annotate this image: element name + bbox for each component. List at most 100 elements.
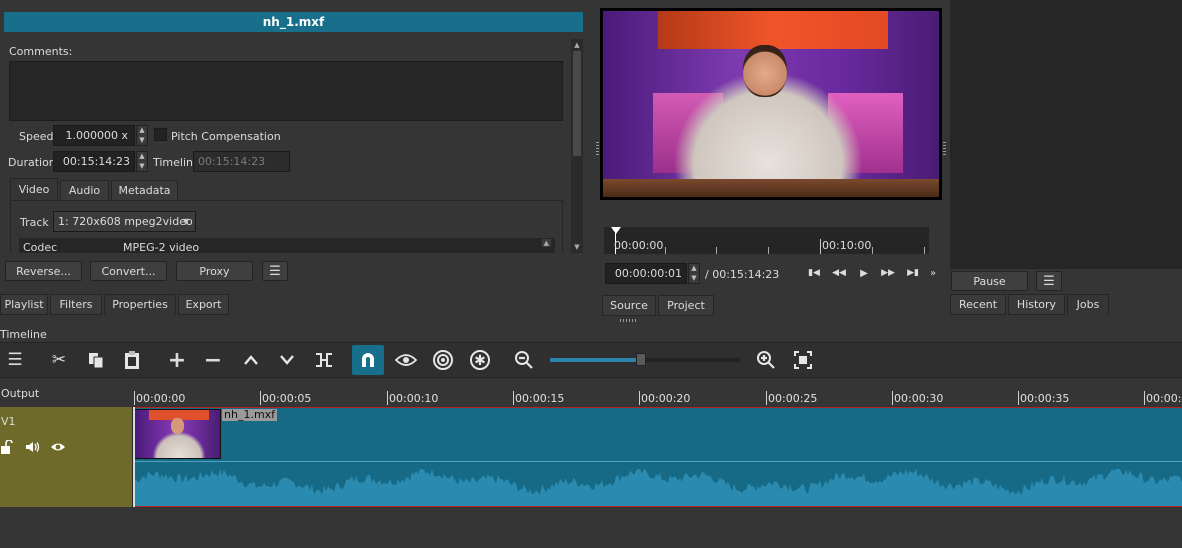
zoom-slider[interactable] [550, 353, 740, 366]
track-select[interactable]: 1: 720x608 mpeg2video ▼ [53, 211, 196, 232]
speed-input[interactable]: 1.000000 x [53, 125, 135, 146]
clip-thumbnail [134, 409, 221, 459]
tab-properties[interactable]: Properties [104, 294, 176, 315]
play-icon[interactable]: ▶ [858, 266, 870, 280]
copy-icon[interactable] [85, 349, 107, 371]
fast-forward-icon[interactable]: ▶▶ [880, 266, 896, 280]
ruler-label: 00:00:10 [389, 392, 439, 405]
pause-button[interactable]: Pause [951, 271, 1028, 291]
menu-icon: ☰ [269, 263, 281, 279]
table-scroll-up-icon[interactable]: ▲ [541, 239, 551, 247]
ruler-tick [766, 391, 767, 405]
tab-playlist[interactable]: Playlist [0, 294, 48, 315]
lift-icon[interactable] [240, 349, 262, 371]
scroll-thumb[interactable] [573, 51, 581, 156]
more-controls-icon[interactable]: » [928, 266, 938, 280]
reverse-button[interactable]: Reverse... [5, 261, 82, 281]
zoom-slider-handle[interactable] [636, 353, 646, 366]
overwrite-icon[interactable] [276, 349, 298, 371]
ruler-tick [260, 391, 261, 405]
player-playhead-marker[interactable] [611, 227, 621, 234]
rewind-icon[interactable]: ◀◀ [831, 266, 847, 280]
zoom-in-icon[interactable] [754, 349, 778, 371]
tab-recent[interactable]: Recent [950, 294, 1006, 315]
desk-surface [603, 179, 939, 197]
ruler-tick [892, 391, 893, 405]
clip-left-edge [133, 407, 135, 507]
ruler-tick [1144, 391, 1145, 405]
ruler-tick [387, 391, 388, 405]
scroll-down-icon[interactable]: ▼ [571, 241, 583, 253]
chevron-down-icon: ▼ [182, 217, 189, 226]
position-stepper[interactable]: ▲ ▼ [688, 263, 700, 284]
player-ruler-label: 00:10:00 [822, 239, 872, 252]
comments-label: Comments: [9, 45, 73, 58]
ruler-label: 00:00:20 [641, 392, 691, 405]
remove-icon[interactable]: − [202, 348, 224, 373]
cut-icon[interactable]: ✂ [48, 349, 70, 371]
speed-label: Speed [19, 130, 54, 143]
player-divider-handle[interactable] [596, 142, 599, 156]
eye-icon[interactable] [50, 442, 66, 452]
position-timecode-input[interactable]: 00:00:00:01 [605, 263, 687, 284]
append-icon[interactable]: + [166, 348, 188, 373]
speed-stepper[interactable]: ▲ ▼ [136, 125, 148, 146]
paste-icon[interactable] [121, 349, 143, 371]
speaker-icon[interactable] [25, 441, 41, 453]
snap-magnet-icon[interactable] [352, 345, 384, 375]
comments-textarea[interactable] [9, 61, 563, 121]
ruler-tick [134, 391, 135, 405]
ruler-label: 00:00:35 [1020, 392, 1070, 405]
tab-history[interactable]: History [1008, 294, 1065, 315]
ripple-icon[interactable] [431, 349, 455, 371]
properties-scrollbar[interactable]: ▲ ▼ [571, 39, 583, 253]
tab-project[interactable]: Project [658, 295, 714, 316]
svg-text:✱: ✱ [474, 353, 486, 369]
menu-icon: ☰ [1043, 273, 1055, 289]
zoom-out-icon[interactable] [512, 349, 536, 371]
duration-stepper[interactable]: ▲ ▼ [136, 151, 148, 172]
tab-jobs[interactable]: Jobs [1067, 294, 1109, 315]
tab-audio[interactable]: Audio [60, 180, 109, 201]
tab-source[interactable]: Source [602, 295, 656, 316]
player-divider-handle-right[interactable] [943, 142, 946, 156]
player-ruler-label: 00:00:00 [614, 239, 664, 252]
tab-export[interactable]: Export [178, 294, 229, 315]
skip-to-end-icon[interactable]: ▶▮ [905, 266, 921, 280]
ruler-tick [1018, 391, 1019, 405]
dock-resize-handle[interactable] [620, 319, 638, 322]
track-name: V1 [1, 415, 16, 428]
timeline-empty-area [0, 508, 1182, 548]
track-head-v1: V1 [0, 407, 133, 507]
convert-button[interactable]: Convert... [90, 261, 167, 281]
audio-waveform [134, 469, 1182, 506]
scroll-up-icon[interactable]: ▲ [571, 39, 583, 51]
timeline-clip[interactable]: nh_1.mxf [134, 408, 1182, 506]
codec-table: Codec MPEG-2 video ▲ [19, 238, 555, 253]
ruler-label: 00:00:00 [136, 392, 186, 405]
output-label: Output [1, 387, 40, 400]
proxy-button[interactable]: Proxy [176, 261, 253, 281]
tab-filters[interactable]: Filters [50, 294, 102, 315]
pitch-compensation-checkbox[interactable] [154, 128, 167, 141]
video-frame-image [603, 11, 939, 197]
timeline-menu-icon[interactable]: ☰ [5, 349, 25, 371]
tab-metadata[interactable]: Metadata [111, 180, 178, 201]
duration-input[interactable]: 00:15:14:23 [53, 151, 135, 172]
zoom-fit-icon[interactable] [791, 349, 815, 371]
split-icon[interactable] [313, 349, 335, 371]
tab-video[interactable]: Video [10, 178, 58, 201]
player-ruler[interactable]: 00:00:00 00:10:00 [604, 227, 929, 254]
properties-menu-button[interactable]: ☰ [262, 261, 288, 281]
skip-to-start-icon[interactable]: ▮◀ [806, 266, 822, 280]
lock-icon[interactable] [1, 439, 13, 454]
clip-audio-separator [134, 461, 1182, 462]
jobs-menu-button[interactable]: ☰ [1036, 271, 1062, 291]
ruler-label: 00:00:25 [768, 392, 818, 405]
ripple-all-tracks-icon[interactable]: ✱ [468, 349, 492, 371]
zoom-slider-fill [550, 358, 636, 362]
player-duration: / 00:15:14:23 [705, 268, 780, 281]
scrub-eye-icon[interactable] [394, 349, 418, 371]
ruler-tick [639, 391, 640, 405]
ruler-tick [513, 391, 514, 405]
